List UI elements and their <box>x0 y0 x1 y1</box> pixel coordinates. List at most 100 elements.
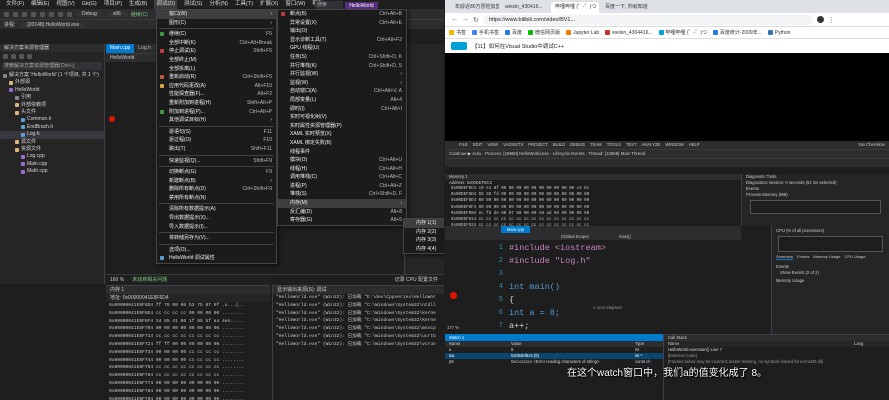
breakpoint-icon[interactable] <box>109 116 115 122</box>
menu-item[interactable]: 全部终止(M) <box>157 56 276 65</box>
menu-item[interactable]: 线程(H) Ctrl+Alt+H <box>278 165 406 174</box>
tree-item[interactable]: Math.cpp <box>0 168 104 175</box>
home-icon[interactable] <box>3 53 8 59</box>
menu-item[interactable]: 其他调试目标(H) › <box>157 116 276 125</box>
menu-item[interactable]: 自动窗口(A) Ctrl+Alt+V, A <box>278 87 406 96</box>
menu-item[interactable]: 删除所有断点(D) Ctrl+Shift+F9 <box>157 185 276 194</box>
menu-item[interactable]: 禁用所有断点(N) <box>157 194 276 203</box>
memory-address-input[interactable]: 地址: 0x00000041E8F6D4 <box>106 294 270 302</box>
cpu-profile-record[interactable]: 记录 CPU 配置文件 <box>395 276 438 283</box>
menu-item[interactable]: 跳出(T) Shift+F11 <box>157 145 276 154</box>
zoom-level[interactable]: 160 % <box>110 277 124 283</box>
menu-item[interactable]: 导出数据提示(X)... <box>157 214 276 223</box>
menu-item[interactable]: 内存(M) › <box>278 199 406 208</box>
tree-item[interactable]: Main.cpp <box>0 161 104 168</box>
tree-item[interactable]: 头文件 <box>0 109 104 116</box>
bookmark-item[interactable]: 书签 <box>449 29 466 36</box>
menu-item[interactable]: 线程事件 <box>278 148 406 157</box>
save-icon[interactable] <box>40 11 45 17</box>
tree-item[interactable]: EndBrach.h <box>0 124 104 131</box>
tree-item[interactable]: 引用 <box>0 94 104 101</box>
solution-search-input[interactable]: 搜索解决方案资源管理器(Ctrl+;) <box>2 62 102 70</box>
menu-item[interactable]: HelloWorld 调试属性 <box>157 254 276 263</box>
profile-avatar[interactable] <box>816 16 824 23</box>
menu-item[interactable]: 内存 2(2)Ctrl+Alt+M, 2 <box>404 228 444 237</box>
redo-icon[interactable] <box>67 11 72 17</box>
menu-item[interactable]: 全部拆离(L) <box>157 65 276 74</box>
menu-item[interactable]: 实时可视化树(V) <box>278 113 406 122</box>
tree-item[interactable]: Log.h <box>0 131 104 139</box>
url-bar[interactable]: https://www.bilibili.com/video/BV1... <box>482 14 813 25</box>
menu-item[interactable]: XAML 绑定失败(B) <box>278 139 406 148</box>
bookmark-item[interactable]: 百度统计-2009年... <box>712 29 762 36</box>
menu-item[interactable]: 异常设置(X) Ctrl+Alt+E <box>278 19 406 28</box>
bookmark-item[interactable]: 手机书签 <box>472 29 499 36</box>
menu-item[interactable]: 继续(C) F5 <box>157 30 276 39</box>
menu-item[interactable]: 附加到进程(P)... Ctrl+Alt+P <box>157 108 276 117</box>
undo-icon[interactable] <box>58 11 63 17</box>
tree-item[interactable]: HelloWorld <box>0 87 104 94</box>
platform-combo[interactable]: x86 <box>106 11 127 17</box>
browser-tab[interactable]: 哔哩哔哩 (゜-゜)つ <box>551 2 599 13</box>
open-icon[interactable] <box>31 11 36 17</box>
tree-item[interactable]: 外部依赖项 <box>0 102 104 109</box>
browser-tab[interactable]: weixin_430416... <box>501 2 549 13</box>
menu-item[interactable]: GPU 线程(U) <box>278 44 406 53</box>
menu-item[interactable]: 寄存器(G) Alt+5 <box>278 216 406 225</box>
process-combo[interactable]: [20148] HelloWorld.exe <box>21 21 86 28</box>
collapse-icon[interactable] <box>27 53 32 59</box>
menu-item[interactable]: 内存 3(3)Ctrl+Alt+M, 3 <box>404 236 444 245</box>
menu-item[interactable]: 断点(B) Ctrl+Alt+B <box>278 10 406 19</box>
menu-item[interactable]: 新建断点(B) › <box>157 177 276 186</box>
menu-item[interactable]: 测试(S) <box>184 0 202 9</box>
menu-item[interactable]: 重新附加到进程(H) Shift+Alt+P <box>157 99 276 108</box>
menu-item[interactable]: 实时属性资源管理器(P) <box>278 122 406 131</box>
menu-item[interactable]: 快速监视(Q)... Shift+F9 <box>157 157 276 166</box>
tree-item[interactable]: Common.h <box>0 116 104 123</box>
menu-item[interactable]: 并行堆栈(K) Ctrl+Shift+D, S <box>278 62 406 71</box>
tree-item[interactable]: 外部源 <box>0 79 104 86</box>
menu-item[interactable]: 逐过程(O) F10 <box>157 136 276 145</box>
menu-item[interactable]: 调用堆栈(C) Ctrl+Alt+C <box>278 173 406 182</box>
menu-item[interactable]: 窗口(W) <box>285 0 305 9</box>
menu-item[interactable]: 逐语句(S) F11 <box>157 128 276 137</box>
menu-item[interactable]: 监视(W) › <box>278 79 406 88</box>
menu-item[interactable]: 窗口(W) › <box>157 10 276 19</box>
forward-icon[interactable] <box>13 11 18 17</box>
bookmark-item[interactable]: weixin_4304416... <box>605 30 653 36</box>
menu-item[interactable]: 即时(I) Ctrl+Alt+I <box>278 105 406 114</box>
menu-item[interactable]: 将转储另存为(V)... <box>157 234 276 243</box>
search-box[interactable]: 搜索 <box>315 1 343 9</box>
tree-item[interactable]: Log.cpp <box>0 153 104 160</box>
menu-item[interactable]: 调试(D) <box>154 0 178 9</box>
bookmark-item[interactable]: Python <box>767 30 790 36</box>
menu-item[interactable]: 扩展(X) <box>260 0 278 9</box>
menu-item[interactable]: 性能探查器(F)... Alt+F2 <box>157 90 276 99</box>
menu-item[interactable]: 生成(B) <box>129 0 147 9</box>
menu-item[interactable]: 并行监视(W) › <box>278 70 406 79</box>
reload-icon[interactable]: ↻ <box>473 16 479 24</box>
menu-item[interactable]: 重新启动(R) Ctrl+Shift+F5 <box>157 73 276 82</box>
menu-item[interactable]: 内存 4(4)Ctrl+Alt+M, 4 <box>404 245 444 254</box>
tree-item[interactable]: 源文件 <box>0 139 104 146</box>
menu-item[interactable]: 视图(V) <box>56 0 74 9</box>
menu-item[interactable]: 任务(S) Ctrl+Shift+D, K <box>278 53 406 62</box>
menu-item[interactable]: 切换断点(G) F9 <box>157 168 276 177</box>
menu-item[interactable]: 图形(C) › <box>157 19 276 28</box>
menu-item[interactable]: 输出(O) <box>278 27 406 36</box>
menu-item[interactable]: XAML 实时预览(X) <box>278 130 406 139</box>
menu-item[interactable]: 文件(F) <box>6 0 24 9</box>
bookmark-item[interactable]: 百度 <box>505 29 522 36</box>
menu-item[interactable]: 全部中断(K) Ctrl+Alt+Break <box>157 39 276 48</box>
tab-main-cpp[interactable]: Main.cpp <box>106 44 135 53</box>
forward-icon[interactable]: → <box>462 16 469 23</box>
tree-item[interactable]: 资源文件 <box>0 146 104 153</box>
menu-item[interactable]: 项目(P) <box>104 0 122 9</box>
menu-item[interactable]: 导入数据提示(I)... <box>157 223 276 232</box>
back-icon[interactable] <box>4 11 9 17</box>
tab-log-h[interactable]: Log.h <box>134 44 155 53</box>
menu-item[interactable]: 编辑(E) <box>31 0 49 9</box>
config-combo[interactable]: Debug <box>76 11 103 17</box>
bookmark-item[interactable]: Jupyter Lab <box>566 30 599 36</box>
back-icon[interactable]: ← <box>451 16 458 23</box>
